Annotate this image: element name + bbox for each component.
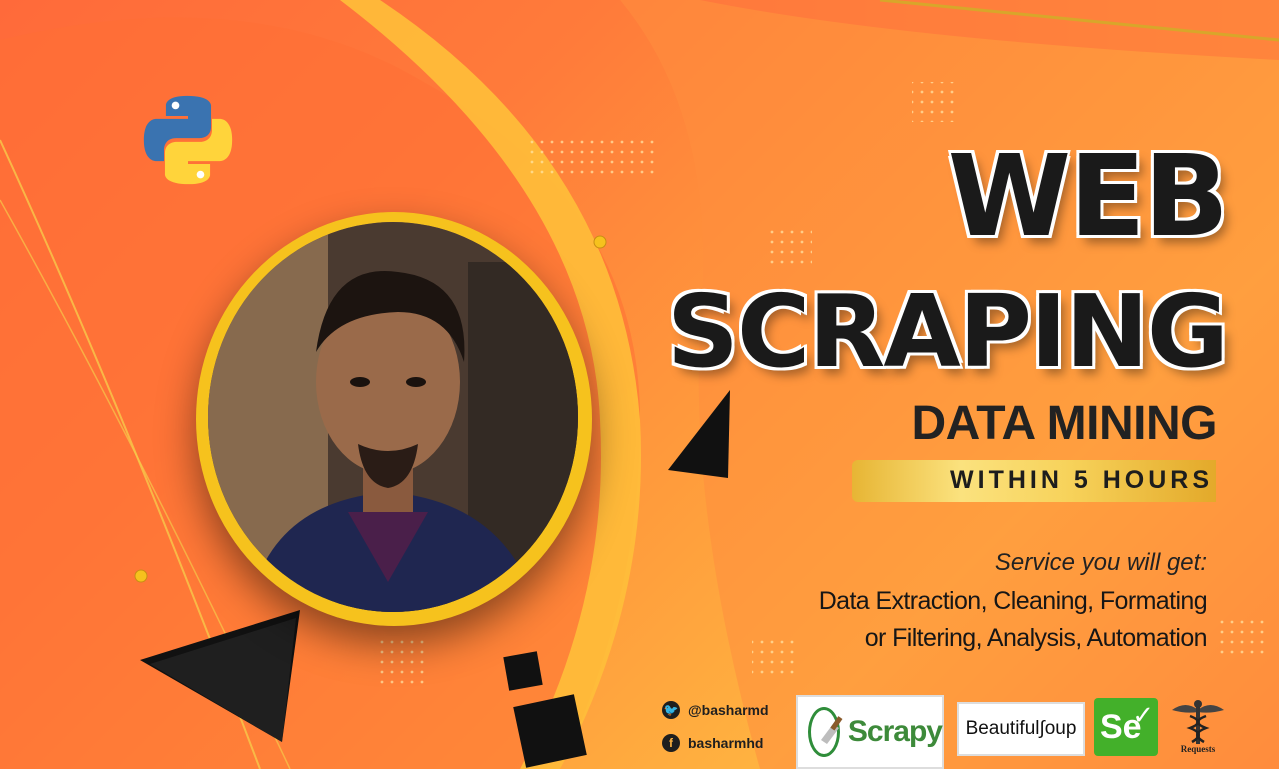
scrapy-spatula-icon — [808, 707, 843, 757]
checkmark-icon: ✓ — [1132, 700, 1154, 730]
facebook-icon: f — [662, 734, 680, 752]
twitter-icon: 🐦 — [662, 701, 680, 719]
facebook-handle: basharmhd — [688, 735, 764, 751]
service-line-1: Data Extraction, Cleaning, Formating — [818, 587, 1208, 615]
requests-label: Requests — [1180, 744, 1216, 754]
service-heading: Service you will get: — [994, 549, 1207, 576]
caduceus-icon — [1172, 700, 1224, 744]
subtitle-data-mining: DATA MINING — [911, 397, 1217, 450]
profile-photo — [208, 222, 578, 612]
scrapy-label: Scrapy — [847, 715, 943, 748]
beautifulsoup-logo: Beautiful∫oup — [957, 702, 1085, 756]
scrapy-logo: Scrapy — [796, 695, 944, 769]
requests-logo: Requests — [1166, 698, 1230, 758]
service-line-2: or Filtering, Analysis, Automation — [864, 624, 1208, 652]
ribbon-text: WITHIN 5 HOURS — [950, 466, 1213, 494]
banner-canvas: WEB SCRAPING DATA MINING WITHIN 5 HOURS … — [0, 0, 1279, 769]
twitter-link[interactable]: 🐦 @basharmd — [662, 701, 769, 719]
facebook-link[interactable]: f basharmhd — [662, 734, 763, 752]
title-scraping: SCRAPING — [665, 273, 1230, 390]
title-web: WEB — [946, 131, 1230, 264]
beautifulsoup-label: Beautiful∫oup — [965, 718, 1077, 739]
twitter-handle: @basharmd — [688, 702, 769, 718]
python-logo-icon — [143, 95, 233, 185]
selenium-logo: Se ✓ — [1094, 698, 1158, 756]
